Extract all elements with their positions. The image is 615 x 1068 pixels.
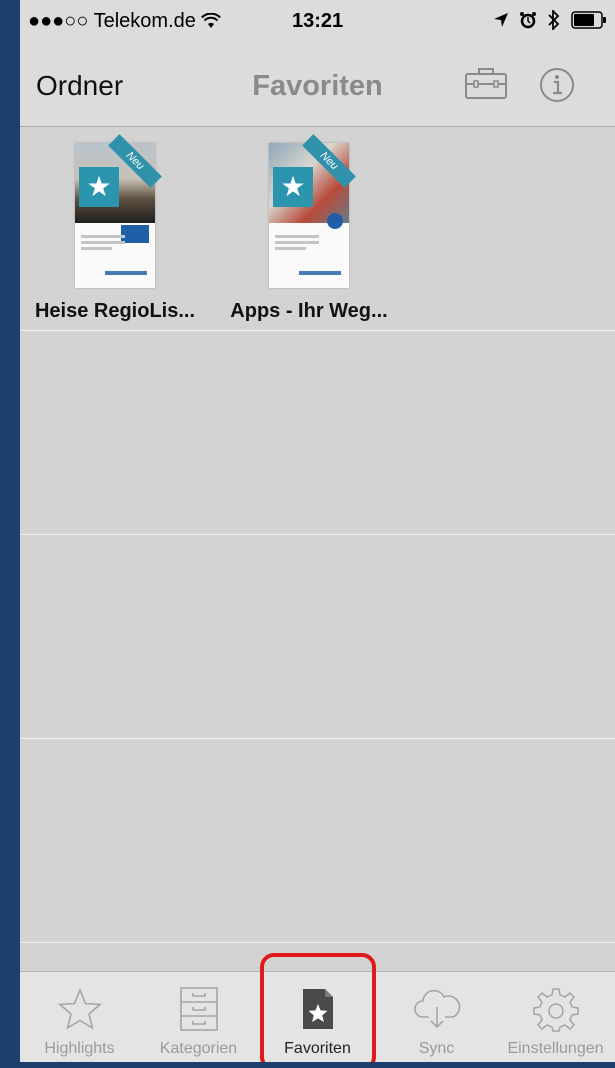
tab-label: Sync (418, 1040, 455, 1057)
highlight-annotation (260, 953, 376, 1062)
cover-logo (105, 271, 147, 275)
star-icon: ★ (273, 167, 313, 207)
cover-badge (327, 213, 343, 229)
shelf-row (20, 331, 615, 535)
background-edge-bottom (0, 1062, 615, 1068)
shelf-row (20, 739, 615, 943)
book-cover[interactable]: ★ Neu (269, 134, 356, 288)
tab-label: Highlights (44, 1040, 115, 1057)
book-title: Apps - Ihr Weg... (230, 300, 388, 322)
favorites-shelf: ★ Neu Heise RegioLis... ★ Neu Apps - Ihr… (20, 127, 615, 971)
tab-kategorien[interactable]: Kategorien (139, 972, 258, 1062)
cover-text-lines (275, 235, 319, 253)
book-cover[interactable]: ★ Neu (75, 134, 162, 288)
book-item-1[interactable]: ★ Neu Heise RegioLis... (20, 134, 210, 325)
clock: 13:21 (292, 10, 344, 32)
tab-label: Kategorien (159, 1040, 238, 1057)
shelf-row: ★ Neu Heise RegioLis... ★ Neu Apps - Ihr… (20, 127, 615, 331)
cover-badge (121, 225, 149, 243)
status-bar: ●●●○○ Telekom.de 13:21 (20, 0, 615, 40)
cloud-download-icon (377, 984, 496, 1034)
book-item-2[interactable]: ★ Neu Apps - Ihr Weg... (214, 134, 404, 325)
location-icon (493, 12, 509, 28)
book-title: Heise RegioLis... (34, 300, 196, 322)
tab-einstellungen[interactable]: Einstellungen (496, 972, 615, 1062)
toolbox-icon[interactable] (464, 66, 508, 105)
folder-button[interactable]: Ordner (36, 70, 123, 102)
gear-icon (496, 984, 615, 1034)
tab-highlights[interactable]: Highlights (20, 972, 139, 1062)
tab-sync[interactable]: Sync (377, 972, 496, 1062)
navigation-bar: Ordner Favoriten (20, 40, 615, 127)
cover-logo (299, 271, 341, 275)
tab-label: Einstellungen (507, 1040, 604, 1057)
phone-screen: ●●●○○ Telekom.de 13:21 Ordner Favoriten … (20, 0, 615, 1062)
star-icon: ★ (79, 167, 119, 207)
alarm-icon (519, 11, 537, 29)
cabinet-icon (139, 984, 258, 1034)
battery-icon (571, 11, 607, 29)
shelf-row (20, 535, 615, 739)
star-outline-icon (20, 984, 139, 1034)
info-icon[interactable] (538, 66, 576, 109)
wifi-icon (201, 10, 222, 32)
bluetooth-icon (547, 10, 561, 30)
status-icons (493, 9, 607, 31)
tab-bar: Highlights Kategorien Favoriten Sync Ein… (20, 953, 615, 1062)
carrier-label: ●●●○○ Telekom.de (28, 10, 222, 33)
cover-text-lines (81, 235, 125, 253)
background-edge (0, 0, 20, 1068)
